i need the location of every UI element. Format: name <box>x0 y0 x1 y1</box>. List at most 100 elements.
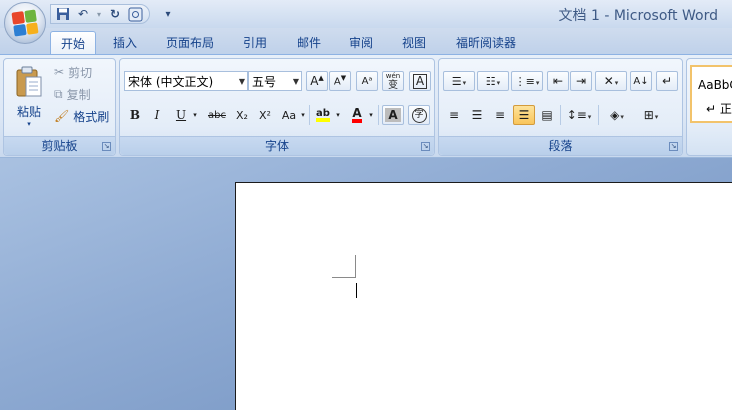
show-hide-marks-button[interactable]: ↵ <box>656 71 678 91</box>
font-group-label: 字体 <box>120 136 434 155</box>
office-logo-icon <box>11 9 39 37</box>
cut-label: 剪切 <box>68 65 93 80</box>
chevron-down-icon: ▼ <box>292 77 299 86</box>
bullets-button[interactable]: ☰▾ <box>443 71 475 91</box>
cut-button[interactable]: ✂ 剪切 <box>54 63 92 81</box>
grow-font-icon: A▲ <box>310 74 324 88</box>
undo-dropdown-icon[interactable]: ▾ <box>95 6 103 22</box>
font-size-select[interactable]: 五号 ▼ <box>248 71 302 91</box>
paintbrush-icon: 🖌 <box>54 109 70 123</box>
align-left-button[interactable]: ≡ <box>443 105 465 125</box>
font-size-value: 五号 <box>252 74 277 89</box>
underline-dropdown-icon[interactable]: ▾ <box>190 105 200 125</box>
format-painter-button[interactable]: 🖌 格式刷 <box>54 107 109 125</box>
phonetic-wen-char: 变 <box>388 80 398 91</box>
tab-mailings[interactable]: 邮件 <box>288 31 330 54</box>
underline-button[interactable]: U <box>170 105 192 125</box>
align-center-button[interactable]: ☰ <box>466 105 488 125</box>
multilevel-list-button[interactable]: ⋮≡▾ <box>511 71 543 91</box>
paste-dropdown-icon: ▾ <box>27 120 31 128</box>
style-name: ↵ 正 <box>706 102 732 116</box>
text-highlight-button[interactable]: ab <box>312 105 334 125</box>
numbering-button[interactable]: ☷▾ <box>477 71 509 91</box>
character-shading-icon: A <box>385 108 401 122</box>
character-border-button[interactable]: A <box>409 71 431 91</box>
chevron-down-icon: ▼ <box>238 77 245 86</box>
paste-button[interactable]: 粘贴 ▾ <box>8 61 50 133</box>
clipboard-group: 粘贴 ▾ ✂ 剪切 ⧉ 复制 🖌 格式刷 剪贴板 ↘ <box>3 58 116 156</box>
enclose-characters-button[interactable]: 字 <box>408 105 430 125</box>
font-dialog-launcher-icon[interactable]: ↘ <box>421 142 430 151</box>
numbering-icon: ☷▾ <box>485 74 501 88</box>
app-icon[interactable] <box>127 6 143 22</box>
subscript-button[interactable]: X₂ <box>231 105 253 125</box>
bullets-icon: ☰▾ <box>451 74 467 88</box>
quick-access-toolbar: ↶ ▾ ↻ <box>50 4 150 24</box>
align-right-button[interactable]: ≡ <box>489 105 511 125</box>
shrink-font-button[interactable]: A▼ <box>329 71 351 91</box>
align-right-icon: ≡ <box>494 108 506 122</box>
toolbar-separator <box>560 105 561 125</box>
customize-qat-icon[interactable]: ▾ <box>160 6 176 22</box>
crop-mark-vertical <box>355 255 356 278</box>
bold-button[interactable]: B <box>124 105 146 125</box>
tab-review[interactable]: 审阅 <box>340 31 382 54</box>
line-spacing-icon: ↕≡▾ <box>566 108 592 122</box>
paragraph-group: ☰▾ ☷▾ ⋮≡▾ ⇤ ⇥ ✕▾ A↓ ↵ ≡ ☰ ≡ ☰ ▤ ↕≡▾ ◈▾ ⊞… <box>438 58 683 156</box>
toolbar-separator <box>309 105 310 125</box>
tab-foxit-reader[interactable]: 福昕阅读器 <box>446 31 526 54</box>
borders-button[interactable]: ⊞▾ <box>635 105 667 125</box>
style-normal-tile[interactable]: AaBbC ↵ 正 <box>690 65 732 123</box>
tab-references[interactable]: 引用 <box>234 31 276 54</box>
crop-mark-horizontal <box>332 277 356 278</box>
strikethrough-button[interactable]: abc <box>204 105 230 125</box>
chinese-layout-button[interactable]: ✕▾ <box>595 71 627 91</box>
increase-indent-icon: ⇥ <box>575 74 587 88</box>
eraser-icon: Aᵃ <box>361 75 373 87</box>
redo-icon[interactable]: ↻ <box>107 6 123 22</box>
distributed-button[interactable]: ▤ <box>536 105 558 125</box>
sort-icon: A↓ <box>633 75 649 87</box>
toolbar-separator <box>378 105 379 125</box>
shading-button[interactable]: ◈▾ <box>601 105 633 125</box>
copy-button[interactable]: ⧉ 复制 <box>54 85 91 103</box>
increase-indent-button[interactable]: ⇥ <box>570 71 592 91</box>
format-painter-label: 格式刷 <box>73 109 110 124</box>
font-group: 宋体 (中文正文) ▼ 五号 ▼ A▲ A▼ Aᵃ wén 变 A B I U … <box>119 58 435 156</box>
paragraph-mark-icon: ↵ <box>661 74 673 88</box>
toolbar-separator <box>598 105 599 125</box>
clear-formatting-button[interactable]: Aᵃ <box>356 71 378 91</box>
superscript-button[interactable]: X² <box>254 105 276 125</box>
tab-insert[interactable]: 插入 <box>104 31 146 54</box>
paste-label: 粘贴 <box>16 105 41 119</box>
line-spacing-button[interactable]: ↕≡▾ <box>563 105 595 125</box>
italic-button[interactable]: I <box>146 105 168 125</box>
shrink-font-icon: A▼ <box>333 74 347 88</box>
tab-page-layout[interactable]: 页面布局 <box>158 31 222 54</box>
justify-button[interactable]: ☰ <box>513 105 535 125</box>
phonetic-guide-button[interactable]: wén 变 <box>382 71 404 91</box>
font-color-dropdown-icon[interactable]: ▾ <box>366 105 376 125</box>
sort-button[interactable]: A↓ <box>630 71 652 91</box>
distributed-icon: ▤ <box>541 108 553 122</box>
save-icon[interactable] <box>55 6 71 22</box>
font-family-select[interactable]: 宋体 (中文正文) ▼ <box>124 71 248 91</box>
multilevel-list-icon: ⋮≡▾ <box>514 74 540 88</box>
change-case-dropdown-icon[interactable]: ▾ <box>298 105 308 125</box>
clipboard-group-label: 剪贴板 <box>4 136 115 155</box>
highlighter-icon: ab <box>316 108 330 122</box>
clipboard-dialog-launcher-icon[interactable]: ↘ <box>102 142 111 151</box>
styles-group: AaBbC ↵ 正 <box>686 58 732 156</box>
undo-icon[interactable]: ↶ <box>75 6 91 22</box>
office-button[interactable] <box>4 2 46 44</box>
font-color-button[interactable]: A <box>346 105 368 125</box>
change-case-button[interactable]: Aa <box>278 105 300 125</box>
character-shading-button[interactable]: A <box>382 105 404 125</box>
tab-view[interactable]: 视图 <box>393 31 435 54</box>
highlight-dropdown-icon[interactable]: ▾ <box>333 105 343 125</box>
watermark-logo: Bai度经验 jingyan.baidu.com <box>558 340 690 391</box>
grow-font-button[interactable]: A▲ <box>306 71 328 91</box>
decrease-indent-button[interactable]: ⇤ <box>547 71 569 91</box>
paragraph-dialog-launcher-icon[interactable]: ↘ <box>669 142 678 151</box>
tab-home[interactable]: 开始 <box>50 31 96 55</box>
